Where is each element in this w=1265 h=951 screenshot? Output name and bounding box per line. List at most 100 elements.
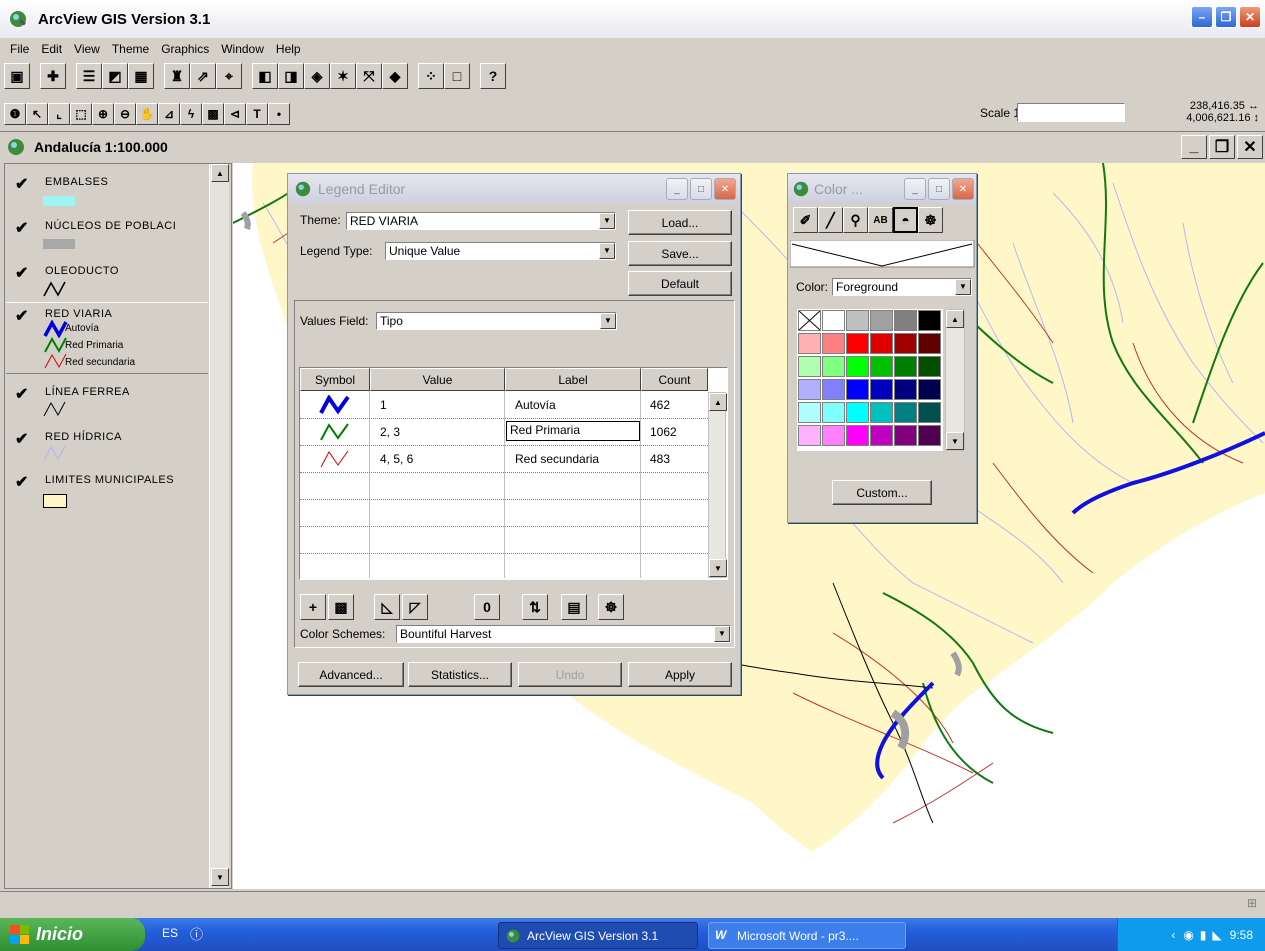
restore-button[interactable]: ❐ — [1215, 6, 1237, 28]
zoom-in-fixed-icon[interactable]: ✶ — [330, 63, 356, 89]
menu-theme[interactable]: Theme — [106, 40, 155, 60]
color-swatch[interactable] — [822, 425, 845, 446]
add-theme-icon[interactable]: ✚ — [40, 63, 66, 89]
color-schemes-dropdown[interactable]: Bountiful Harvest ▼ — [396, 625, 731, 643]
tray-volume-icon[interactable]: ▮ — [1200, 928, 1207, 942]
task-word[interactable]: W Microsoft Word - pr3.... — [708, 922, 906, 949]
minimize-button[interactable]: – — [1191, 6, 1213, 28]
close-button[interactable]: ✕ — [1239, 6, 1261, 28]
column-header-value[interactable]: Value — [370, 368, 505, 391]
color-swatch[interactable] — [870, 310, 893, 331]
legend-table-scrollbar[interactable]: ▲ ▼ — [708, 392, 727, 578]
open-table-icon[interactable]: ▦ — [128, 63, 154, 89]
save-button[interactable]: Save... — [628, 241, 732, 266]
color-swatch[interactable] — [870, 425, 893, 446]
statistics-button[interactable]: Statistics... — [408, 662, 512, 687]
zoom-in-icon[interactable]: ⊕ — [92, 103, 114, 125]
help-tray-icon[interactable]: ⓘ — [190, 924, 203, 943]
legend-editor-title-bar[interactable]: Legend Editor _ □ ✕ — [288, 174, 740, 204]
fill-palette-icon[interactable]: ✐ — [793, 207, 818, 233]
color-swatch[interactable] — [822, 402, 845, 423]
legend-minimize-button[interactable]: _ — [666, 178, 688, 200]
color-swatch[interactable] — [846, 402, 869, 423]
row-value[interactable]: 2, 3 — [380, 425, 400, 439]
chevron-down-icon[interactable]: ▼ — [599, 213, 615, 229]
edit-legend-icon[interactable]: ◩ — [102, 63, 128, 89]
marker-palette-icon[interactable]: ⚲ — [843, 207, 868, 233]
symbol-palette-icon[interactable]: ☸ — [598, 594, 624, 620]
pointer-icon[interactable]: ↖ — [26, 103, 48, 125]
view-restore-button[interactable]: ❐ — [1209, 135, 1235, 159]
null-values-icon[interactable]: 0 — [474, 594, 500, 620]
area-of-interest-icon[interactable]: ▩ — [202, 103, 224, 125]
checkmark-icon[interactable]: ✔ — [15, 306, 29, 326]
save-project-icon[interactable]: ▣ — [4, 63, 30, 89]
table-row[interactable]: 2, 3 Red Primaria 1062 — [300, 419, 708, 445]
legend-close-button[interactable]: ✕ — [714, 178, 736, 200]
color-swatch[interactable] — [918, 402, 941, 423]
theme-properties-icon[interactable]: ☰ — [76, 63, 102, 89]
red-primaria-symbol-icon[interactable] — [318, 422, 352, 442]
table-row[interactable]: 4, 5, 6 Red secundaria 483 — [300, 446, 708, 472]
flip-symbols-icon[interactable]: ⇅ — [522, 594, 548, 620]
color-swatch[interactable] — [918, 310, 941, 331]
select-feature-icon[interactable]: ⬚ — [70, 103, 92, 125]
color-swatch[interactable] — [798, 425, 821, 446]
zoom-full-extent-icon[interactable]: ◧ — [252, 63, 278, 89]
menu-window[interactable]: Window — [215, 40, 270, 60]
color-swatch[interactable] — [822, 356, 845, 377]
undo-button[interactable]: Undo — [518, 662, 622, 687]
color-swatch[interactable] — [798, 333, 821, 354]
values-field-dropdown[interactable]: Tipo ▼ — [376, 312, 617, 330]
column-header-count[interactable]: Count — [641, 368, 708, 391]
tray-network-icon[interactable]: ◉ — [1183, 928, 1193, 942]
menu-edit[interactable]: Edit — [35, 40, 68, 60]
zoom-out-icon[interactable]: ⊖ — [114, 103, 136, 125]
red-secundaria-symbol-icon[interactable] — [318, 449, 352, 469]
start-button[interactable]: Inicio — [0, 918, 145, 951]
clear-selected-icon[interactable]: □ — [444, 63, 470, 89]
color-swatch[interactable] — [798, 356, 821, 377]
color-swatch[interactable] — [918, 425, 941, 446]
row-value[interactable]: 1 — [380, 398, 387, 412]
view-close-button[interactable]: ✕ — [1237, 135, 1263, 159]
row-label[interactable]: Red secundaria — [515, 452, 599, 466]
language-indicator[interactable]: ES — [162, 926, 178, 940]
theme-dropdown[interactable]: RED VIARIA ▼ — [346, 212, 616, 230]
chevron-down-icon[interactable]: ▼ — [599, 243, 615, 259]
color-swatch[interactable] — [846, 356, 869, 377]
label-icon[interactable]: ⊲ — [224, 103, 246, 125]
chevron-down-icon[interactable]: ▼ — [714, 626, 730, 642]
autovia-symbol-icon[interactable] — [318, 395, 352, 415]
color-swatch[interactable] — [918, 333, 941, 354]
vertex-edit-icon[interactable]: ⌞ — [48, 103, 70, 125]
advanced-button[interactable]: Advanced... — [298, 662, 404, 687]
menu-file[interactable]: File — [4, 40, 35, 60]
scroll-up-icon[interactable]: ▲ — [211, 164, 229, 182]
color-ramp-icon[interactable]: ▤ — [561, 594, 587, 620]
font-palette-icon[interactable]: AB — [868, 207, 893, 233]
color-swatch[interactable] — [894, 425, 917, 446]
identify-icon[interactable]: ❶ — [4, 103, 26, 125]
query-builder-icon[interactable]: ⌖ — [216, 63, 242, 89]
palette-manager-icon[interactable]: ☸ — [918, 207, 943, 233]
palette-maximize-button[interactable]: □ — [928, 178, 950, 200]
color-swatch[interactable] — [918, 356, 941, 377]
scroll-down-icon[interactable]: ▼ — [211, 868, 229, 886]
palette-close-button[interactable]: ✕ — [952, 178, 974, 200]
menu-view[interactable]: View — [68, 40, 106, 60]
color-swatch[interactable] — [870, 379, 893, 400]
zoom-active-themes-icon[interactable]: ◨ — [278, 63, 304, 89]
color-swatch[interactable] — [918, 379, 941, 400]
row-label-edit[interactable]: Red Primaria — [506, 421, 640, 441]
color-swatch[interactable] — [870, 402, 893, 423]
color-swatch[interactable] — [822, 379, 845, 400]
text-icon[interactable]: T — [246, 103, 268, 125]
color-target-dropdown[interactable]: Foreground ▼ — [832, 278, 972, 296]
column-header-label[interactable]: Label — [505, 368, 641, 391]
sort-descending-icon[interactable]: ◸ — [402, 594, 428, 620]
find-icon[interactable]: ♜ — [164, 63, 190, 89]
color-swatch[interactable] — [798, 310, 821, 331]
scroll-down-icon[interactable]: ▼ — [946, 432, 964, 450]
zoom-previous-icon[interactable]: ◆ — [382, 63, 408, 89]
